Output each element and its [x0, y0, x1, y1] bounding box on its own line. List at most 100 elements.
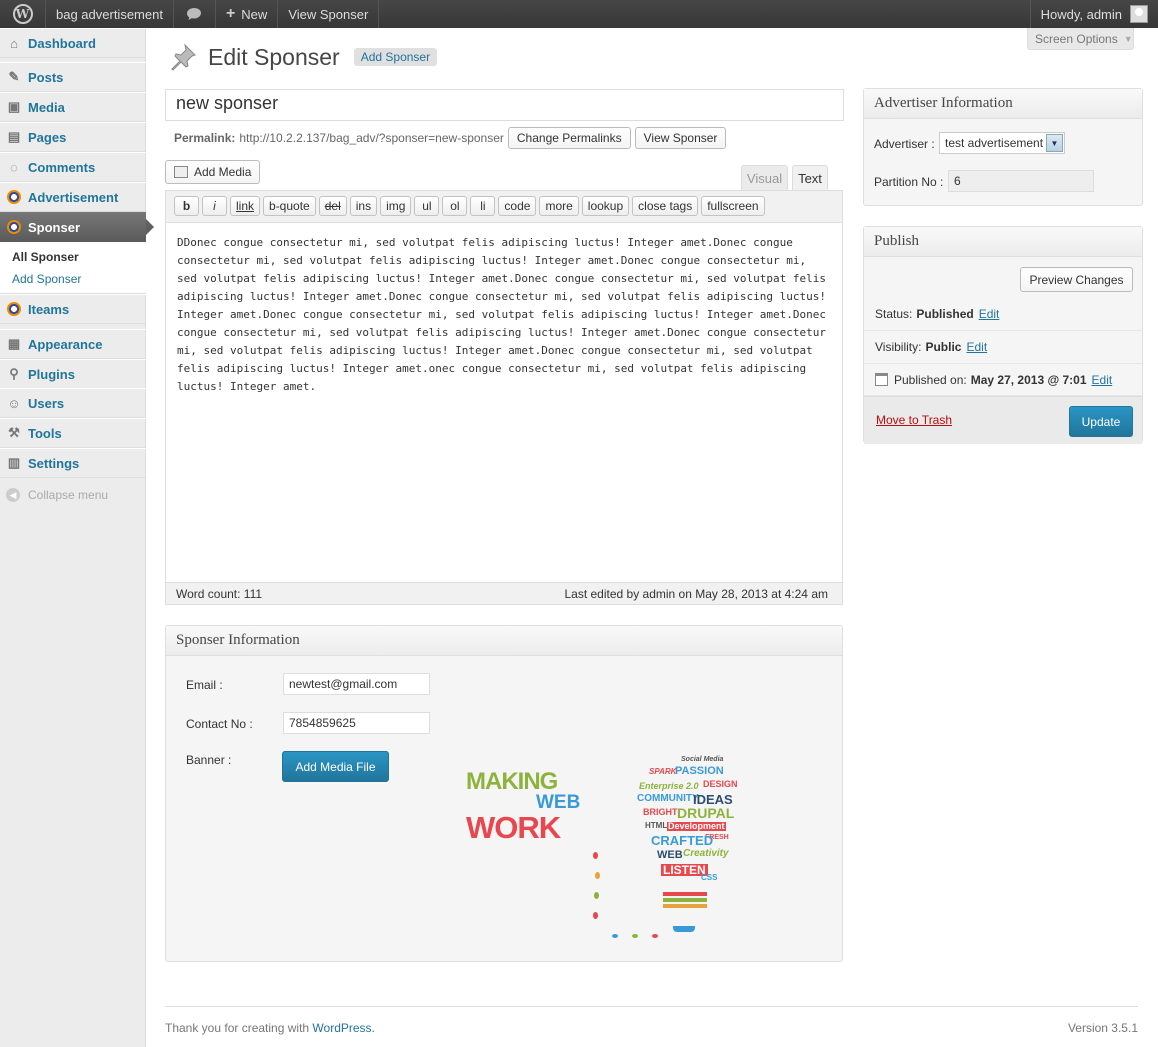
post-status-row: Status: Published Edit — [864, 297, 1142, 331]
sidebar-item-label: Posts — [28, 69, 64, 85]
sidebar-item-sponser[interactable]: Sponser — [0, 212, 154, 242]
my-account-menu[interactable]: Howdy, admin — [1029, 0, 1158, 28]
custom-post-icon — [6, 301, 22, 317]
edit-visibility-link[interactable]: Edit — [966, 340, 987, 354]
drop-shape — [595, 872, 600, 879]
qt-code-button[interactable]: code — [498, 196, 537, 216]
qt-fullscreen-button[interactable]: fullscreen — [701, 196, 765, 216]
bulb-word-cloud: Social Media PASSION SPARK DESIGN Enterp… — [637, 756, 751, 932]
tab-visual[interactable]: Visual — [741, 165, 788, 191]
email-field[interactable]: newtest@gmail.com — [283, 673, 430, 695]
chevron-down-icon: ▼ — [1123, 33, 1133, 44]
banner-image: MAKING WEB WORK Social Media PASSION SPA… — [464, 748, 774, 948]
sidebar-item-appearance[interactable]: ▦ Appearance — [0, 329, 146, 359]
cloud-word: Enterprise 2.0 — [639, 781, 699, 791]
new-label: New — [241, 6, 268, 22]
sidebar-item-settings[interactable]: ▥ Settings — [0, 448, 146, 478]
qt-bold-button[interactable]: b — [174, 196, 199, 216]
sidebar-item-comments[interactable]: ◌ Comments — [0, 152, 146, 182]
qt-more-button[interactable]: more — [539, 196, 579, 216]
new-content-menu[interactable]: + New — [216, 0, 279, 28]
qt-li-button[interactable]: li — [470, 196, 496, 216]
submenu-add-sponser[interactable]: Add Sponser — [12, 272, 81, 286]
sidebar-item-iteams[interactable]: Iteams — [0, 294, 146, 324]
qt-close-tags-button[interactable]: close tags — [632, 196, 699, 216]
screen-options-button[interactable]: Screen Options ▼ — [1027, 28, 1134, 50]
banner-label: Banner : — [186, 753, 232, 767]
chevron-down-icon: ▼ — [1046, 134, 1063, 152]
sidebar-item-plugins[interactable]: ⚲ Plugins — [0, 359, 146, 389]
admin-bar: W bag advertisement + New View Sponser H… — [0, 0, 1158, 28]
cloud-word: CSS — [701, 873, 718, 882]
sponser-information-title: Sponser Information — [166, 626, 842, 656]
comments-menu[interactable] — [174, 0, 216, 28]
settings-icon: ▥ — [7, 455, 21, 470]
sidebar-item-tools[interactable]: ⚒ Tools — [0, 418, 146, 448]
edit-date-link[interactable]: Edit — [1092, 373, 1113, 387]
sidebar-item-media[interactable]: ▣ Media — [0, 92, 146, 122]
wordpress-logo-menu[interactable]: W — [0, 0, 46, 28]
sidebar-item-dashboard[interactable]: ⌂ Dashboard — [0, 28, 146, 58]
publish-title: Publish — [864, 227, 1142, 257]
sidebar-item-posts[interactable]: ✎ Posts — [0, 62, 146, 92]
sidebar-item-pages[interactable]: ▤ Pages — [0, 122, 146, 152]
drop-shape — [593, 852, 598, 859]
banner-work: WORK — [466, 810, 561, 845]
sidebar-item-advertisement[interactable]: Advertisement — [0, 182, 146, 212]
site-name-link[interactable]: bag advertisement — [46, 0, 174, 28]
submenu-all-sponser[interactable]: All Sponser — [12, 250, 79, 264]
qt-ol-button[interactable]: ol — [442, 196, 468, 216]
qt-link-button[interactable]: link — [230, 196, 261, 216]
preview-changes-button[interactable]: Preview Changes — [1020, 267, 1133, 292]
permalink-row: Permalink: http://10.2.2.137/bag_adv/?sp… — [174, 127, 727, 149]
add-sponser-button[interactable]: Add Sponser — [353, 48, 438, 66]
sidebar-item-label: Advertisement — [28, 189, 119, 205]
change-permalinks-button[interactable]: Change Permalinks — [507, 127, 631, 149]
update-button[interactable]: Update — [1069, 406, 1133, 437]
content-textarea[interactable]: DDonec congue consectetur mi, sed volutp… — [166, 223, 842, 583]
media-icon: ▣ — [7, 99, 21, 114]
advertiser-label: Advertiser : — [874, 137, 935, 151]
permalink-label: Permalink: — [174, 131, 236, 145]
qt-img-button[interactable]: img — [380, 196, 412, 216]
collapse-menu-button[interactable]: ◀ Collapse menu — [6, 488, 108, 502]
contact-field[interactable]: 7854859625 — [283, 712, 430, 734]
qt-italic-button[interactable]: i — [202, 196, 227, 216]
qt-ul-button[interactable]: ul — [414, 196, 440, 216]
advertiser-select[interactable]: test advertisement ▼ — [939, 132, 1065, 154]
wordpress-link[interactable]: WordPress. — [312, 1021, 374, 1035]
qt-ins-button[interactable]: ins — [349, 196, 378, 216]
tab-text[interactable]: Text — [792, 165, 828, 191]
comment-bubble-icon — [187, 8, 202, 20]
bulb-base-stripe — [663, 898, 707, 902]
cloud-word: COMMUNITY — [637, 793, 699, 804]
partition-field[interactable]: 6 — [948, 170, 1094, 192]
custom-post-icon — [6, 189, 22, 205]
qt-quote-button[interactable]: b-quote — [263, 196, 316, 216]
drop-shape — [652, 934, 658, 938]
qt-del-button[interactable]: del — [318, 196, 347, 216]
add-media-file-button[interactable]: Add Media File — [282, 751, 389, 782]
cloud-word: DESIGN — [703, 779, 738, 789]
advertiser-information-box: Advertiser Information Advertiser : test… — [863, 88, 1143, 206]
edit-status-link[interactable]: Edit — [979, 307, 1000, 321]
quicktags-toolbar: b i link b-quote del ins img ul ol li co… — [166, 191, 842, 223]
status-label: Status: — [875, 306, 913, 321]
post-title-input[interactable]: new sponser — [165, 89, 844, 121]
view-sponser-link[interactable]: View Sponser — [278, 0, 380, 28]
cloud-word: CRAFTED — [651, 833, 714, 848]
drop-shape — [612, 934, 618, 938]
pages-icon: ▤ — [7, 129, 21, 144]
move-to-trash-link[interactable]: Move to Trash — [876, 413, 952, 427]
appearance-icon: ▦ — [7, 336, 21, 351]
email-label: Email : — [186, 678, 223, 692]
tools-icon: ⚒ — [8, 425, 20, 440]
permalink-url[interactable]: http://10.2.2.137/bag_adv/?sponser=new-s… — [239, 131, 504, 145]
sidebar-item-label: Comments — [28, 159, 96, 175]
sidebar-item-users[interactable]: ☺ Users — [0, 388, 146, 418]
qt-lookup-button[interactable]: lookup — [581, 196, 630, 216]
add-media-button[interactable]: Add Media — [165, 160, 261, 184]
content-editor: b i link b-quote del ins img ul ol li co… — [165, 190, 843, 605]
cloud-word: WEB — [657, 849, 683, 861]
view-sponser-button[interactable]: View Sponser — [634, 127, 727, 149]
